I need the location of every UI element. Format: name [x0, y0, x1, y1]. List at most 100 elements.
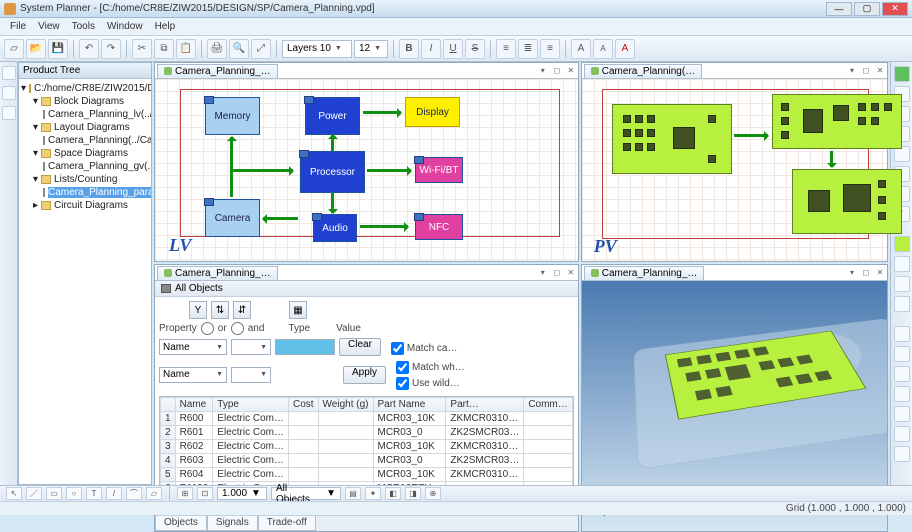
check-match-whole[interactable]	[396, 361, 409, 374]
snap-2-icon[interactable]: ⊡	[197, 487, 213, 500]
pane-dropdown-icon[interactable]: ▾	[536, 66, 550, 75]
pane-close-icon[interactable]: ✕	[873, 268, 887, 277]
table-row[interactable]: 1R600Electric Com…MCR03_10KZKMCR0310…	[161, 412, 573, 426]
align-center-icon[interactable]: ≣	[518, 39, 538, 59]
prop-name-select-2[interactable]: Name▼	[159, 367, 227, 383]
draw-text-icon[interactable]: T	[86, 487, 102, 500]
rtool-1-icon[interactable]	[894, 66, 910, 82]
filter-btn-3[interactable]: ⇵	[233, 301, 251, 319]
lv-canvas[interactable]: Memory Power Display Processor Wi-Fi/BT …	[155, 79, 578, 261]
undo-icon[interactable]: ↶	[79, 39, 99, 59]
block-camera[interactable]: Camera	[205, 199, 260, 237]
col-comm[interactable]: Comm…	[524, 398, 572, 412]
table-row[interactable]: 5R604Electric Com…MCR03_10KZKMCR0310…	[161, 468, 573, 482]
font-smaller-icon[interactable]: A	[593, 39, 613, 59]
misc-3-icon[interactable]: ⊕	[425, 487, 441, 500]
new-icon[interactable]: ▱	[4, 39, 24, 59]
table-row[interactable]: 3R602Electric Com…MCR03_10KZKMCR0310…	[161, 440, 573, 454]
board-1[interactable]	[612, 104, 732, 174]
draw-circle-icon[interactable]: ○	[66, 487, 82, 500]
misc-2-icon[interactable]: ◨	[405, 487, 421, 500]
rtool-16-icon[interactable]	[894, 406, 910, 422]
italic-button[interactable]: I	[421, 39, 441, 59]
zoom-combo[interactable]: 1.000▼	[217, 487, 267, 500]
pan-tool-icon[interactable]	[2, 86, 16, 100]
maximize-button[interactable]: ▢	[854, 2, 880, 16]
rtool-14-icon[interactable]	[894, 366, 910, 382]
draw-line-icon[interactable]: ／	[26, 487, 42, 500]
col-rownum[interactable]	[161, 398, 176, 412]
value-input[interactable]	[275, 339, 335, 355]
rtool-8-icon[interactable]	[894, 236, 910, 252]
pane-dropdown-icon[interactable]: ▾	[845, 66, 859, 75]
radio-and[interactable]	[231, 322, 244, 335]
tree-circuit-diagrams[interactable]: Circuit Diagrams	[54, 200, 128, 211]
bold-button[interactable]: B	[399, 39, 419, 59]
tree-space-diagrams[interactable]: Space Diagrams	[54, 148, 128, 159]
menu-window[interactable]: Window	[101, 21, 149, 32]
draw-rect-icon[interactable]: ▭	[46, 487, 62, 500]
zoom-icon[interactable]: ⤢	[251, 39, 271, 59]
filter-btn-1[interactable]: Y	[189, 301, 207, 319]
grid-icon[interactable]: ✦	[365, 487, 381, 500]
rtool-17-icon[interactable]	[894, 426, 910, 442]
prop-name-select[interactable]: Name▼	[159, 339, 227, 355]
rtool-13-icon[interactable]	[894, 346, 910, 362]
col-partname[interactable]: Part Name	[373, 398, 446, 412]
block-nfc[interactable]: NFC	[415, 214, 463, 240]
tree-item[interactable]: Camera_Planning_gv(../Came…	[48, 161, 151, 172]
lv-tab[interactable]: Camera_Planning_…	[157, 64, 278, 78]
menu-file[interactable]: File	[4, 21, 32, 32]
paste-icon[interactable]: 📋	[176, 39, 196, 59]
table-row[interactable]: 2R601Electric Com…MCR03_0ZK2SMCR03…	[161, 426, 573, 440]
type-select-2[interactable]: ▼	[231, 367, 271, 383]
filter-btn-4[interactable]: ▦	[289, 301, 307, 319]
menu-view[interactable]: View	[32, 21, 66, 32]
draw-poly-icon[interactable]: ▱	[146, 487, 162, 500]
select-tool-icon[interactable]	[2, 66, 16, 80]
filter-btn-2[interactable]: ⇅	[211, 301, 229, 319]
col-type[interactable]: Type	[213, 398, 289, 412]
radio-or[interactable]	[201, 322, 214, 335]
block-display[interactable]: Display	[405, 97, 460, 127]
col-part[interactable]: Part…	[446, 398, 524, 412]
tree-lists-counting[interactable]: Lists/Counting	[54, 174, 117, 185]
col-name[interactable]: Name	[175, 398, 213, 412]
fontsize-select[interactable]: 12▼	[354, 40, 388, 58]
redo-icon[interactable]: ↷	[101, 39, 121, 59]
rtool-15-icon[interactable]	[894, 386, 910, 402]
pv-canvas[interactable]: PV	[582, 79, 887, 261]
board-3[interactable]	[792, 169, 902, 234]
align-right-icon[interactable]: ≡	[540, 39, 560, 59]
apply-button[interactable]: Apply	[343, 366, 386, 384]
filter-tab[interactable]: Camera_Planning_…	[157, 266, 278, 280]
tree-item[interactable]: Camera_Planning(../Camera_…	[48, 135, 151, 146]
align-left-icon[interactable]: ≡	[496, 39, 516, 59]
copy-icon[interactable]: ⧉	[154, 39, 174, 59]
snap-1-icon[interactable]: ⊞	[177, 487, 193, 500]
open-icon[interactable]: 📂	[26, 39, 46, 59]
layer-select[interactable]: Layers 10▼	[282, 40, 352, 58]
menu-tools[interactable]: Tools	[66, 21, 101, 32]
pane-max-icon[interactable]: ◻	[550, 66, 564, 75]
find-icon[interactable]: 🔍	[229, 39, 249, 59]
objects-combo[interactable]: All Objects▼	[271, 487, 341, 500]
clear-button[interactable]: Clear	[339, 338, 381, 356]
tab-signals[interactable]: Signals	[207, 516, 258, 531]
tree-layout-diagrams[interactable]: Layout Diagrams	[54, 122, 130, 133]
strike-button[interactable]: S	[465, 39, 485, 59]
menu-help[interactable]: Help	[149, 21, 182, 32]
block-memory[interactable]: Memory	[205, 97, 260, 135]
pane-max-icon[interactable]: ◻	[859, 66, 873, 75]
col-cost[interactable]: Cost	[288, 398, 318, 412]
misc-1-icon[interactable]: ◧	[385, 487, 401, 500]
close-button[interactable]: ✕	[882, 2, 908, 16]
col-weight[interactable]: Weight (g)	[318, 398, 373, 412]
save-icon[interactable]: 💾	[48, 39, 68, 59]
pane-close-icon[interactable]: ✕	[873, 66, 887, 75]
pane-dropdown-icon[interactable]: ▾	[536, 268, 550, 277]
block-wifi[interactable]: Wi-Fi/BT	[415, 157, 463, 183]
view3d-tab[interactable]: Camera_Planning_…	[584, 266, 705, 280]
board-2[interactable]	[772, 94, 902, 149]
pane-dropdown-icon[interactable]: ▾	[845, 268, 859, 277]
